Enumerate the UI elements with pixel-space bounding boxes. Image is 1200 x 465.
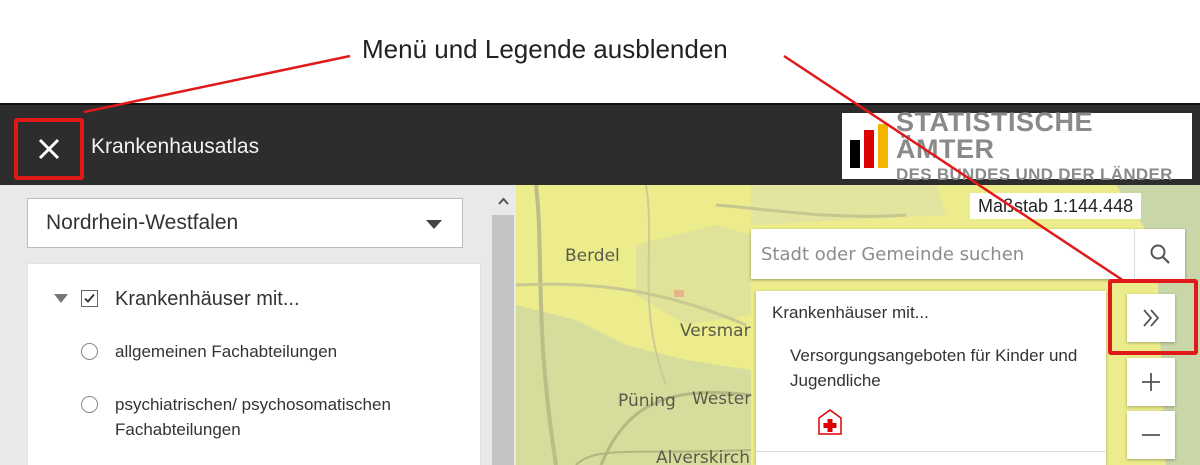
- check-icon: [84, 293, 95, 303]
- close-menu-button[interactable]: [14, 118, 84, 180]
- scroll-thumb[interactable]: [492, 215, 514, 465]
- layer-title: Krankenhäuser mit...: [115, 288, 300, 310]
- legend-title: Krankenhäuser mit...: [772, 303, 929, 322]
- legend-divider: [756, 451, 1106, 452]
- toggle-legend-button[interactable]: [1127, 294, 1175, 342]
- layer-panel: Krankenhäuser mit... allgemeinen Fachabt…: [27, 263, 481, 465]
- region-select-value: Nordrhein-Westfalen: [46, 211, 239, 234]
- place-label: Versmar: [680, 321, 751, 341]
- legend-item-label: Versorgungsangeboten für Kinder und Juge…: [790, 346, 1078, 390]
- place-label: Alverskirch: [656, 448, 751, 465]
- app-header: Krankenhausatlas STATISTISCHE ÄMTER DES …: [0, 103, 1200, 187]
- logo-line1: STATISTISCHE ÄMTER: [896, 107, 1094, 164]
- caret-down-icon: [426, 220, 442, 229]
- minus-icon: [1142, 434, 1160, 436]
- logo-line2: DES BUNDES UND DER LÄNDER: [896, 165, 1173, 184]
- plus-icon: [1142, 373, 1160, 391]
- place-label: Wester: [692, 389, 752, 409]
- option-label-psychiatrische[interactable]: psychiatrischen/ psychosomatischen Facha…: [115, 392, 455, 442]
- zoom-out-button[interactable]: [1127, 411, 1175, 459]
- radio-psychiatrische[interactable]: [81, 396, 98, 413]
- radio-allgemeine[interactable]: [81, 343, 98, 360]
- double-chevron-right-icon: [1143, 309, 1160, 327]
- option-label-allgemeine[interactable]: allgemeinen Fachabteilungen: [115, 339, 337, 364]
- hospital-icon: [818, 409, 842, 435]
- tree-collapse-icon[interactable]: [54, 294, 68, 303]
- sidebar-scrollbar[interactable]: [490, 185, 516, 465]
- legend-panel: Krankenhäuser mit... Versorgungsangebote…: [756, 291, 1106, 465]
- layer-checkbox[interactable]: [81, 290, 98, 307]
- map-view[interactable]: Berdel Versmar Püning Wester Alverskirch…: [516, 185, 1200, 465]
- logo-bars: [850, 124, 888, 168]
- search-icon: [1150, 244, 1170, 264]
- app-title: Krankenhausatlas: [91, 135, 260, 158]
- sidebar: Nordrhein-Westfalen Krankenhäuser mit...…: [0, 185, 516, 465]
- search-input[interactable]: [751, 229, 1123, 279]
- region-select[interactable]: Nordrhein-Westfalen: [27, 198, 463, 248]
- place-label: Püning: [618, 391, 676, 411]
- close-icon: [38, 138, 60, 160]
- logo[interactable]: STATISTISCHE ÄMTER DES BUNDES UND DER LÄ…: [842, 109, 1192, 183]
- search-box: [751, 229, 1185, 279]
- annotation-label: Menü und Legende ausblenden: [362, 34, 728, 64]
- zoom-in-button[interactable]: [1127, 358, 1175, 406]
- scale-display: Maßstab 1:144.448: [970, 193, 1142, 219]
- search-button[interactable]: [1134, 229, 1185, 279]
- chevron-up-icon[interactable]: [498, 197, 509, 205]
- place-label: Berdel: [565, 246, 620, 266]
